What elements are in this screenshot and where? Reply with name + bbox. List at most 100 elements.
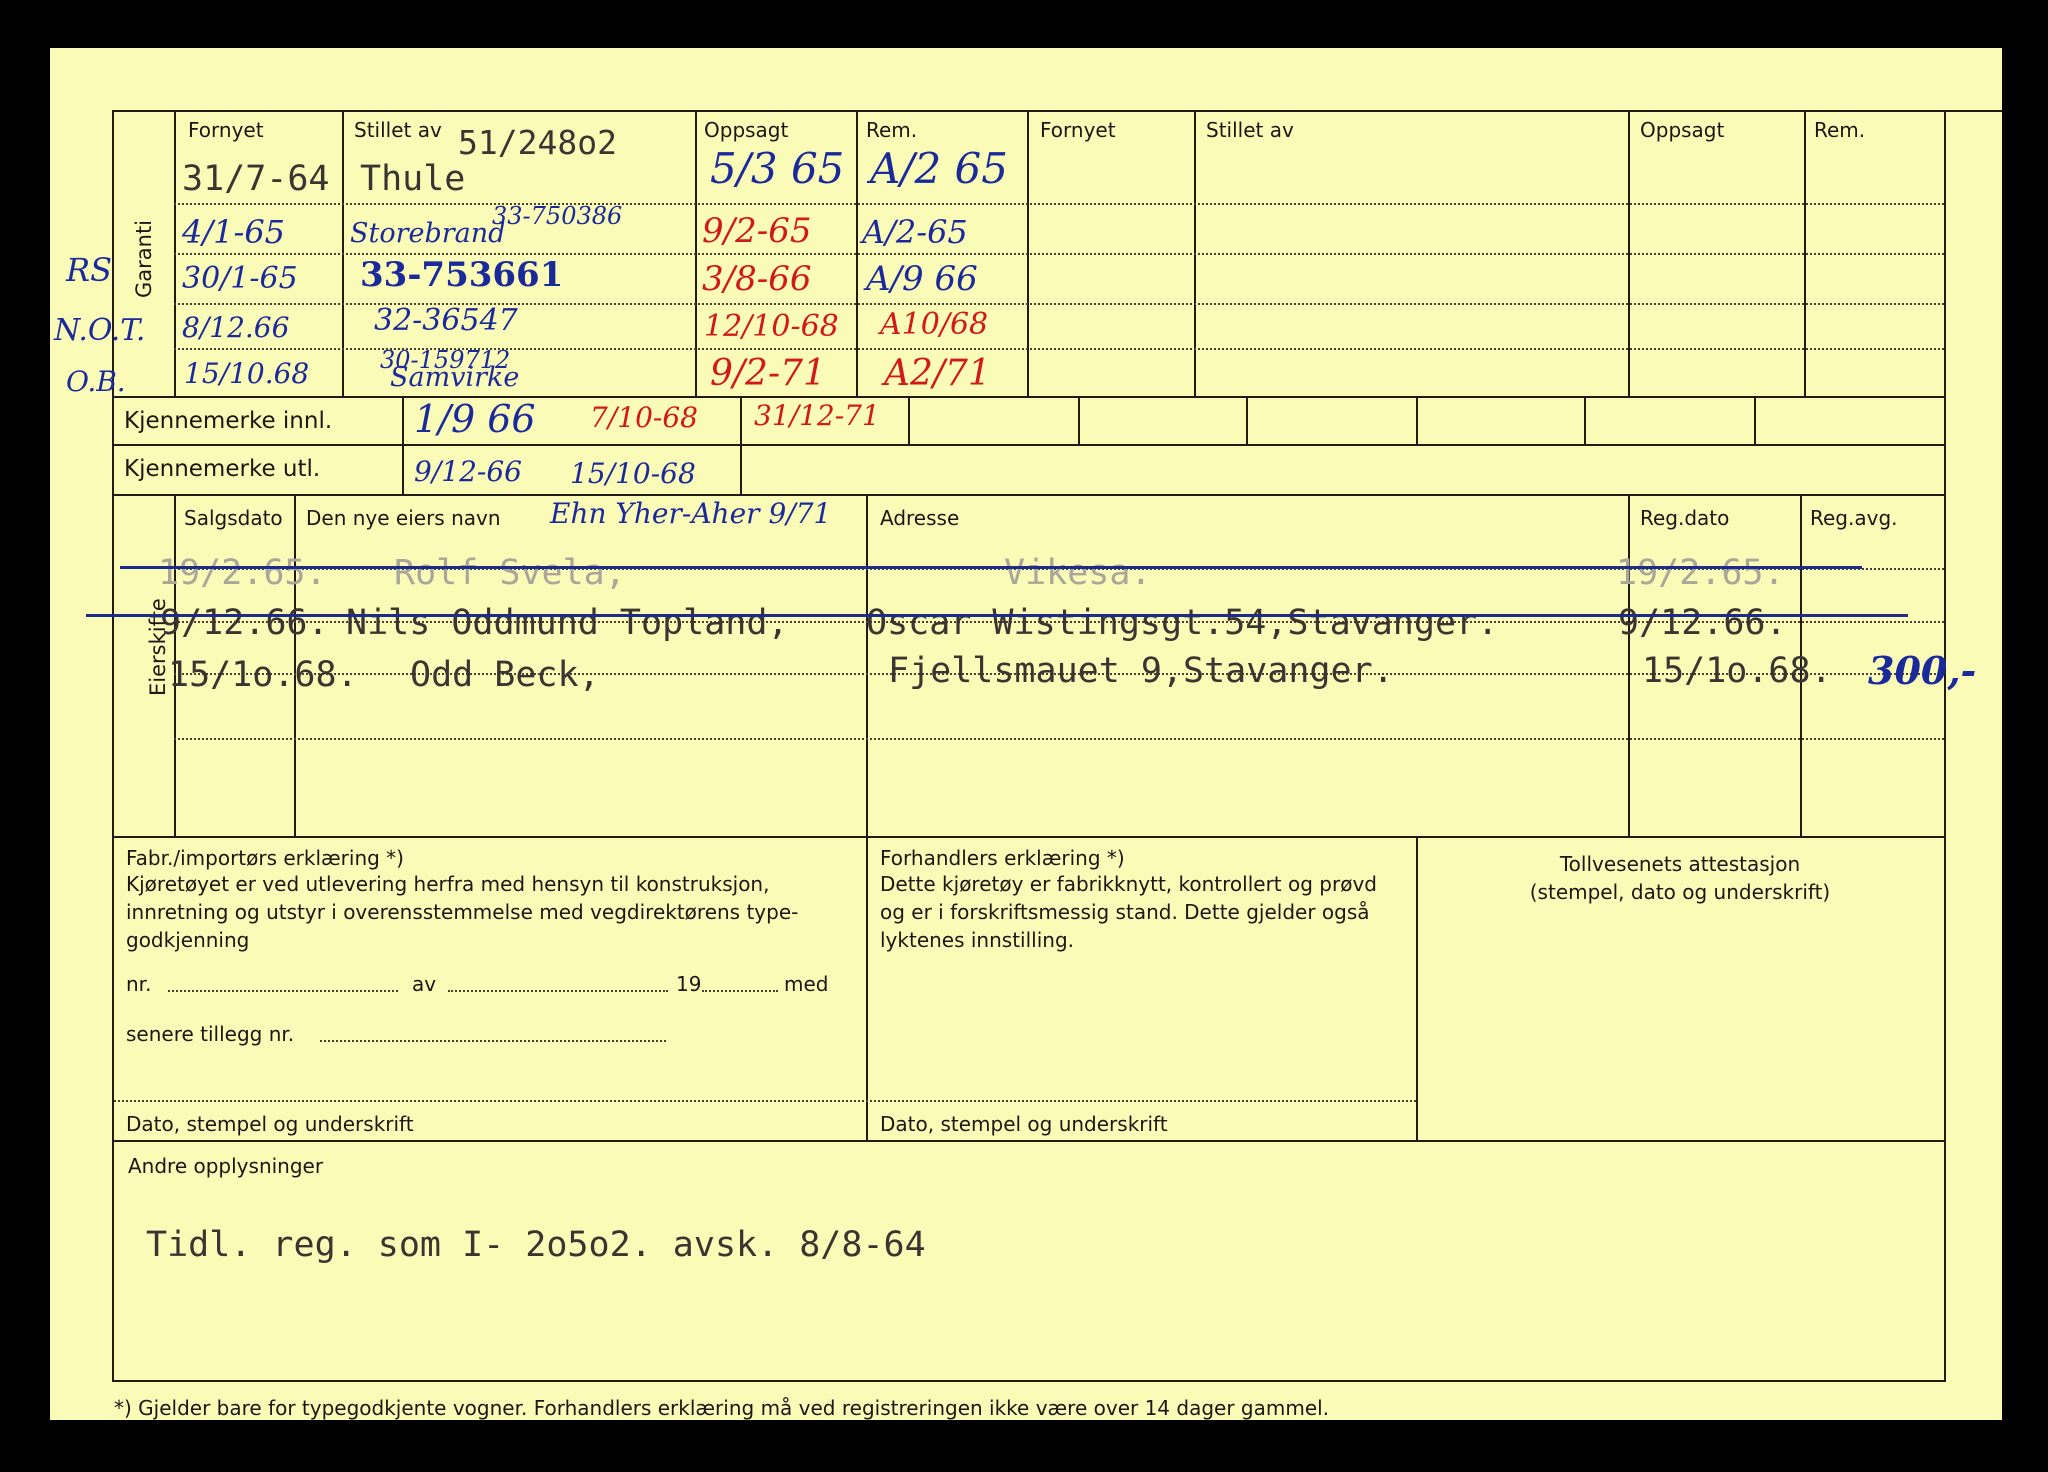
garanti-rem: A/2-65 [862,213,968,251]
margin-note: N.O.T. [54,313,146,348]
strike-line [120,566,1862,569]
eier-navn: Nils Oddmund Topland, [346,603,789,643]
fabr-text: Kjøretøyet er ved utlevering herfra med … [126,872,799,952]
fabr-av-field[interactable] [448,990,668,992]
header-oppsagt-right: Oppsagt [1640,118,1725,142]
toll-title: Tollvesenets attestasjon [1559,852,1801,876]
fabr-dato-label: Dato, stempel og underskrift [126,1112,414,1136]
toll-subtitle: (stempel, dato og underskrift) [1529,880,1831,904]
stillet-av-value: 51/248o2 [458,123,617,162]
top-border [112,110,2002,112]
garanti-oppsagt: 12/10-68 [704,309,839,344]
garanti-stillet-av: 33-753661 [360,255,564,295]
kjennemerke-innl-value: 31/12-71 [754,399,880,432]
garanti-fornyet: 31/7-64 [182,159,330,199]
eier-reg-dato: 15/1o.68. [1642,651,1832,691]
left-border-upper [112,110,114,396]
garanti-fornyet: 30/1-65 [182,261,298,296]
header-reg-dato: Reg.dato [1640,506,1730,530]
col-divider [1246,396,1248,446]
kjennemerke-innl-label: Kjennemerke innl. [124,408,333,434]
eier-adresse: Vikesa. [1004,553,1152,593]
fabr-senere-field[interactable] [320,1040,666,1042]
right-border-bottom [1944,1140,1946,1380]
fabr-med-label: med [784,972,829,996]
header-stillet-av-right: Stillet av [1206,118,1294,142]
garanti-label: Garanti [132,219,156,298]
eier-adresse: Fjellsmauet 9,Stavanger. [888,651,1394,691]
eierskifte-bottom [112,836,1944,838]
fabr-nr-field[interactable] [168,990,398,992]
garanti-fornyet: 4/1-65 [182,213,286,251]
header-fornyet: Fornyet [188,118,264,142]
header-stillet-av: Stillet av [354,118,442,142]
col-divider [402,396,404,494]
kjennemerke-innl-value: 7/10-68 [590,401,698,434]
registration-card: Fornyet Stillet av 51/248o2 Oppsagt Rem.… [50,48,2002,1420]
footnote: *) Gjelder bare for typegodkjente vogner… [114,1396,1330,1420]
forhandler-title: Forhandlers erklæring *) [880,846,1125,870]
garanti-oppsagt: 3/8-66 [702,259,812,299]
garanti-stillet-av-number: 33-750386 [492,202,623,230]
eier-navn: Rolf Svela, [394,553,626,593]
eier-salgsdato: 15/1o.68. [168,655,358,695]
kjennemerke-utl-value: 15/10-68 [570,457,696,490]
col-divider [908,396,910,446]
header-reg-avg: Reg.avg. [1810,506,1898,530]
margin-note: RS [66,251,113,289]
garanti-rem: A2/71 [884,353,991,394]
forhandler-dato-label: Dato, stempel og underskrift [880,1112,1168,1136]
garanti-rem: A/2 65 [870,144,1008,193]
col-divider [740,396,742,494]
fabr-year-field[interactable] [702,990,778,992]
eier-salgsdato: 9/12.66. [160,603,329,643]
garanti-stillet-av-number: 30-159712 [380,346,511,374]
col-divider [1628,494,1630,836]
dato-divider [114,1100,1416,1102]
col-divider [1416,396,1418,446]
garanti-oppsagt: 5/3 65 [710,144,845,193]
fabr-title: Fabr./importørs erklæring *) [126,846,404,870]
header-rem: Rem. [866,118,918,142]
garanti-rem: A10/68 [880,307,989,342]
eier-adresse: Oscar Wistingsgt.54,Stavanger. [866,603,1499,643]
strike-line [86,614,1908,617]
col-divider [1078,396,1080,446]
col-divider [1754,396,1756,446]
kjennemerke-utl-label: Kjennemerke utl. [124,456,321,482]
bottom-border [112,1380,1946,1382]
garanti-stillet-av: 32-36547 [374,303,518,338]
forhandler-text: Dette kjøretøy er fabrikknytt, kontrolle… [880,872,1377,952]
andre-label: Andre opplysninger [128,1154,324,1178]
right-border [1944,110,1946,1140]
declarations-bottom [112,1140,1946,1142]
garanti-stillet-av: Thule [360,159,466,199]
header-nye-eiers-navn: Den nye eiers navn [306,506,501,530]
header-fornyet-right: Fornyet [1040,118,1116,142]
kjennemerke-bottom [112,494,1944,496]
eier-reg-dato: 19/2.65. [1616,553,1785,593]
eier-salgsdato: 19/2.65. [158,553,327,593]
garanti-oppsagt: 9/2-65 [702,211,812,251]
col-divider [866,836,868,1140]
left-border-lower [112,396,114,1140]
row-divider [174,203,1944,205]
navn-note: Ehn Yher-Aher 9/71 [550,497,832,530]
header-rem-right: Rem. [1814,118,1866,142]
fabr-nr-label: nr. [126,972,152,996]
kjennemerke-innl-value: 1/9 66 [414,397,536,441]
eier-reg-avg: 300,- [1868,648,1977,693]
header-adresse: Adresse [880,506,960,530]
eier-navn: Odd Beck, [410,655,600,695]
garanti-stillet-av: Storebrand [350,218,506,249]
garanti-oppsagt: 9/2-71 [710,353,826,394]
andre-text: Tidl. reg. som I- 2o5o2. avsk. 8/8-64 [146,1225,926,1265]
kjennemerke-utl-value: 9/12-66 [414,455,522,488]
col-divider [866,494,868,836]
header-oppsagt: Oppsagt [704,118,789,142]
header-salgsdato: Salgsdato [184,506,283,530]
eier-reg-dato: 9/12.66. [1618,603,1787,643]
margin-note: O.B. [66,365,126,398]
kjennemerke-mid [112,444,1944,446]
row-divider [174,738,1944,740]
